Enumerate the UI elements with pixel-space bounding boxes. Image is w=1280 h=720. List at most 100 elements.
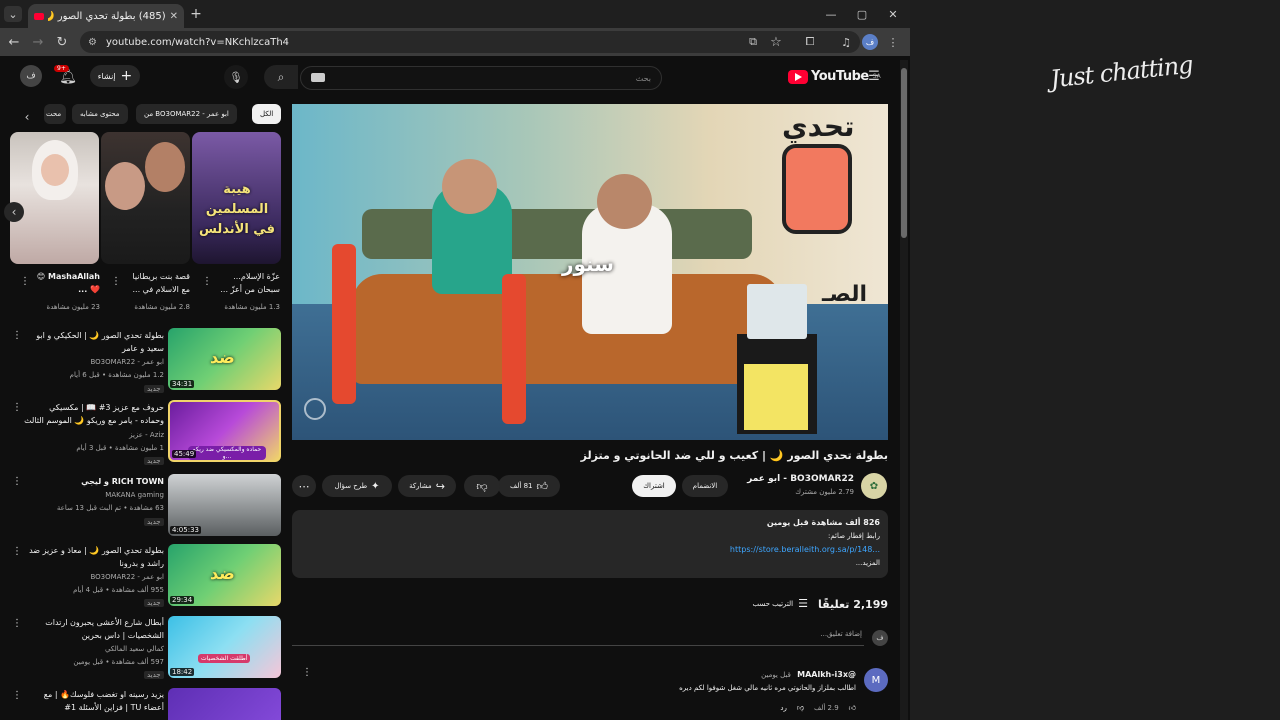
short-thumbnail[interactable] — [10, 132, 99, 264]
back-icon[interactable]: ← — [6, 34, 22, 50]
join-button[interactable]: الانضمام — [682, 475, 728, 497]
description-box[interactable]: 826 ألف مشاهدة قبل يومين رابط إفطار صائم… — [292, 510, 888, 578]
short-title[interactable]: عزّة الإسلام... سبحان من أعزّ ... — [212, 270, 280, 296]
bookmark-star-icon[interactable]: ☆ — [768, 34, 784, 50]
url-field[interactable]: ⚙ youtube.com/watch?v=NKchlzcaTh4 — [80, 31, 860, 53]
keyboard-icon[interactable] — [311, 73, 325, 82]
site-info-icon[interactable]: ⚙ — [88, 37, 97, 48]
share-label: مشاركة — [409, 482, 432, 490]
video-thumbnail[interactable]: أطلقت الشخصيات 18:42 — [168, 616, 281, 678]
video-menu-icon[interactable]: ⋮ — [12, 476, 22, 487]
video-menu-icon[interactable]: ⋮ — [12, 690, 22, 701]
channel-name[interactable]: BO3OMAR22 - ابو عمر — [740, 474, 854, 484]
video-menu-icon[interactable]: ⋮ — [12, 330, 22, 341]
comment-author[interactable]: @MAAlkh-i3x — [797, 670, 856, 679]
video-thumbnail[interactable]: 4:05:33 — [168, 474, 281, 536]
thumbnail-text: أطلقت الشخصيات — [198, 654, 251, 663]
video-title[interactable]: بطولة تحدي الصور 🌙 | معاذ و عزيز ضد راشد… — [24, 544, 164, 570]
show-more-link[interactable]: ...المزيد — [856, 559, 880, 567]
close-window-icon[interactable]: ✕ — [884, 6, 902, 22]
ask-button[interactable]: ✦ طرح سؤال — [322, 475, 392, 497]
media-control-icon[interactable]: ♫ — [838, 34, 854, 50]
profile-avatar[interactable]: ف — [862, 34, 878, 50]
close-tab-icon[interactable]: ✕ — [170, 11, 178, 22]
maximize-icon[interactable]: ▢ — [853, 6, 871, 22]
url-text: youtube.com/watch?v=NKchlzcaTh4 — [106, 36, 290, 48]
minimize-icon[interactable]: — — [822, 6, 840, 22]
short-menu-icon[interactable]: ⋮ — [111, 276, 121, 287]
new-tab-icon[interactable]: + — [188, 5, 204, 23]
video-channel[interactable]: ابو عمر - BO3OMAR22 — [24, 573, 164, 581]
comment-like-icon[interactable]: 👍︎ — [849, 703, 856, 712]
chip-from-channel[interactable]: من BO3OMAR22 - ابو عمر — [136, 104, 237, 124]
video-channel[interactable]: كمالي سعيد المالكي — [24, 645, 164, 653]
video-title[interactable]: RICH TOWN و ليجي — [24, 475, 164, 488]
chips-prev-icon[interactable]: ‹ — [20, 110, 34, 124]
chip-all[interactable]: الكل — [252, 104, 282, 124]
video-channel[interactable]: Aziz - عزيز — [24, 431, 164, 439]
comment-avatar[interactable]: M — [864, 668, 888, 692]
shorts-prev-icon[interactable]: ‹ — [4, 202, 24, 222]
install-app-icon[interactable]: ⧉ — [745, 34, 761, 50]
account-avatar[interactable]: ف — [20, 65, 42, 87]
search-button-icon[interactable]: ⌕ — [264, 65, 298, 89]
reply-button[interactable]: رد — [780, 704, 787, 712]
browser-tab[interactable]: ✕ (485) بطولة تحدي الصور 🌙 — [28, 4, 184, 28]
video-thumbnail[interactable]: ضد 29:34 — [168, 544, 281, 606]
chip-related[interactable]: محتوى مشابه — [72, 104, 128, 124]
like-button[interactable]: 👍︎ 81 ألف — [498, 475, 560, 497]
channel-avatar[interactable]: ✿ — [861, 473, 887, 499]
sparkle-icon: ✦ — [371, 480, 380, 492]
video-thumbnail[interactable]: ضد 34:31 — [168, 328, 281, 390]
video-menu-icon[interactable]: ⋮ — [12, 546, 22, 557]
comment-dislike-icon[interactable]: 👎︎ — [797, 703, 804, 712]
comment-text: اطالب بملزاز والحانوتي مره ثانيه مالي شغ… — [679, 684, 856, 692]
scrollbar-thumb[interactable] — [901, 68, 907, 238]
create-button[interactable]: إنشاء + — [90, 65, 140, 87]
youtube-logo-icon — [788, 69, 808, 84]
short-menu-icon[interactable]: ⋮ — [202, 276, 212, 287]
browser-tab-bar: ⌄ ✕ (485) بطولة تحدي الصور 🌙 + — ▢ ✕ — [0, 0, 910, 28]
video-title[interactable]: يزيد رسينه او تغضب فلوسك🔥 | مع أعضاء TU … — [24, 688, 164, 714]
browser-menu-icon[interactable]: ⋮ — [886, 34, 900, 50]
sort-button[interactable]: ☰ الترتيب حسب — [740, 597, 808, 610]
chip-more[interactable]: محت — [44, 104, 66, 124]
video-channel[interactable]: ابو عمر - BO3OMAR22 — [24, 358, 164, 366]
channel-watermark — [304, 398, 326, 420]
short-title[interactable]: قصة بنت بريطانيا مع الاسلام في ... — [122, 270, 190, 296]
video-title[interactable]: بطولة تحدي الصور 🌙 | الحكيكي و ابو سعيد … — [24, 329, 164, 355]
video-title[interactable]: أبطال شارع الأعشى يحبرون ارتدات الشخصيات… — [24, 616, 164, 642]
short-thumbnail[interactable] — [101, 132, 190, 264]
short-views: 1.3 مليون مشاهدة — [224, 303, 280, 311]
forward-icon[interactable]: → — [30, 34, 46, 50]
page-scrollbar[interactable] — [900, 60, 908, 720]
video-thumbnail[interactable]: حماده والمكسيكي ضد ريكو و... 45:49 — [168, 400, 281, 462]
subscribe-button[interactable]: اشتراك — [632, 475, 676, 497]
video-player[interactable]: تحدي الصـ سنور — [292, 104, 888, 440]
short-thumbnail[interactable]: هيبة المسلمين في الأندلس — [192, 132, 281, 264]
reload-icon[interactable]: ↻ — [54, 34, 70, 50]
voice-search-icon[interactable]: 🎙︎ — [224, 65, 248, 89]
share-button[interactable]: ↪ مشاركة — [398, 475, 456, 497]
video-menu-icon[interactable]: ⋮ — [12, 402, 22, 413]
tab-list-icon[interactable]: ⌄ — [4, 6, 22, 22]
extensions-icon[interactable]: ⧠ — [802, 34, 818, 50]
add-comment-input[interactable]: إضافة تعليق... — [292, 630, 864, 646]
description-link[interactable]: https://store.beralleith.org.sa/p/148... — [730, 545, 880, 554]
short-title[interactable]: MashaAllah 😊❤️ ... — [30, 270, 100, 296]
subscriber-count: 2.79 مليون مشترك — [795, 488, 854, 496]
dislike-button[interactable]: 👎︎ — [464, 475, 500, 497]
search-input[interactable]: بحث — [300, 66, 662, 90]
short-menu-icon[interactable]: ⋮ — [20, 276, 30, 287]
youtube-logo[interactable]: YouTube SA — [788, 69, 881, 84]
video-thumbnail[interactable] — [168, 688, 281, 720]
video-title[interactable]: حروف مع عزيز 3# 📖 | مكسيكي وحماده - يامر… — [24, 401, 164, 427]
address-toolbar: ← → ↻ ⚙ youtube.com/watch?v=NKchlzcaTh4 … — [0, 28, 910, 56]
video-menu-icon[interactable]: ⋮ — [12, 618, 22, 629]
sort-icon: ☰ — [798, 597, 808, 610]
comment-menu-icon[interactable]: ⋮ — [302, 667, 312, 678]
video-duration: 34:31 — [170, 380, 195, 388]
youtube-logo-text: YouTube — [811, 69, 869, 84]
more-actions-button[interactable]: ⋯ — [292, 475, 316, 497]
video-channel[interactable]: MAKANA gaming — [24, 491, 164, 499]
